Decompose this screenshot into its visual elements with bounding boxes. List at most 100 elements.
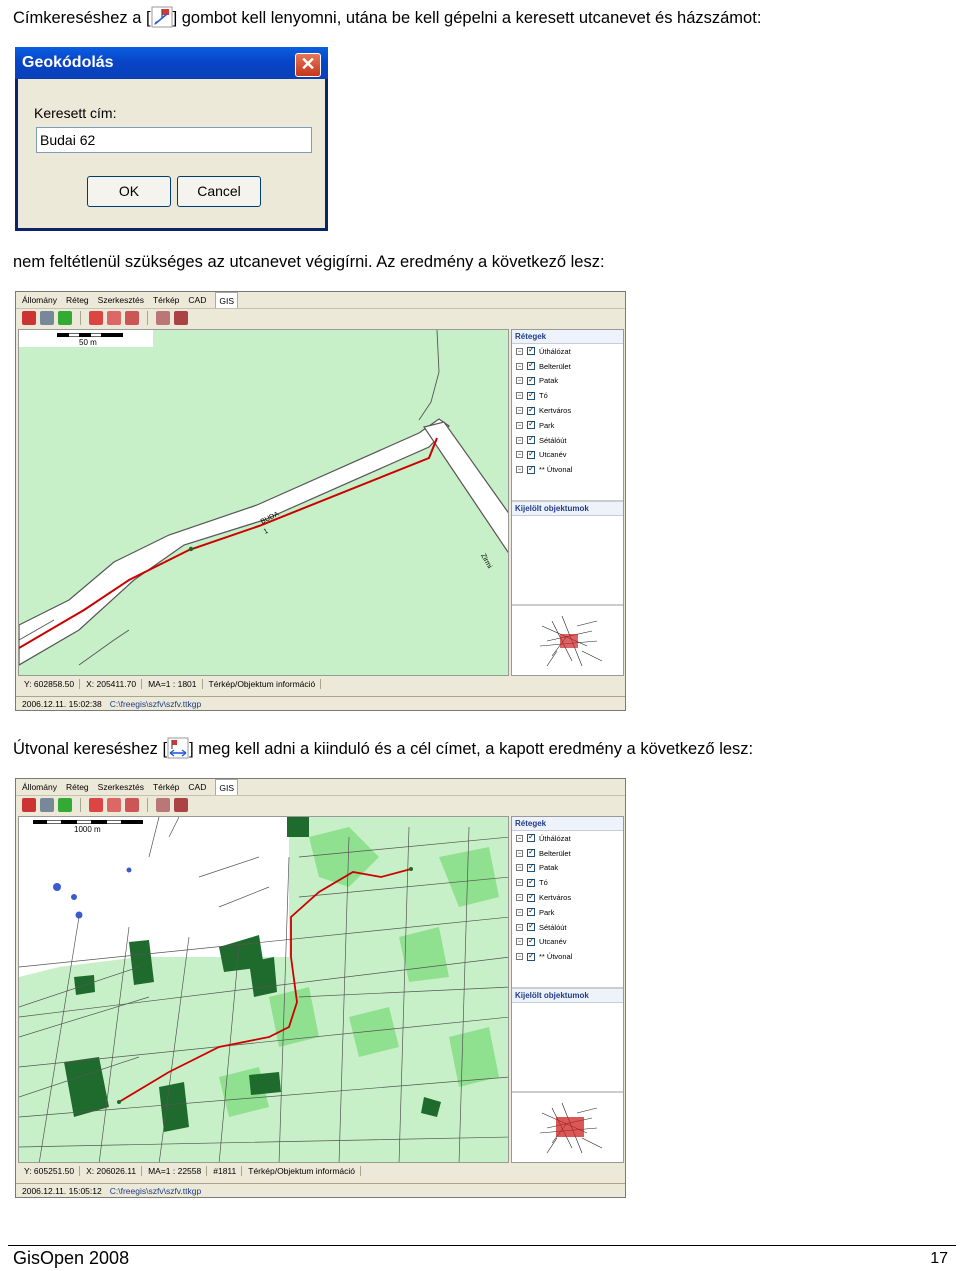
layer-row[interactable]: −Utcanév: [512, 935, 623, 950]
layer-checkbox[interactable]: [527, 862, 535, 872]
layers-panel: Rétegek −Úthálózat −Belterület −Patak −T…: [511, 816, 624, 1163]
menu-map[interactable]: Térkép: [153, 292, 179, 308]
status-tab[interactable]: Térkép/Objektum információ: [248, 1166, 362, 1176]
map-scale: MA=1 : 22558: [148, 1166, 208, 1176]
layer-checkbox[interactable]: [527, 449, 535, 459]
footer-title: GisOpen 2008: [13, 1248, 130, 1268]
map-view[interactable]: 50 m BUDA 1 Zirmi: [18, 329, 509, 676]
geocode-tool-icon: [151, 6, 173, 28]
layer-checkbox[interactable]: [527, 847, 535, 858]
layer-row[interactable]: −Úthálózat: [512, 831, 623, 846]
overview-map[interactable]: [512, 1091, 623, 1162]
close-button[interactable]: ✕: [295, 53, 321, 77]
address-input[interactable]: Budai 62: [36, 127, 312, 153]
menu-edit[interactable]: Szerkesztés: [98, 292, 144, 308]
layer-row[interactable]: −Belterület: [512, 846, 623, 861]
layer-checkbox[interactable]: [527, 419, 535, 430]
route-clear-icon[interactable]: [125, 311, 139, 325]
coord-x: X: 205411.70: [86, 679, 143, 689]
layer-row[interactable]: −** Útvonal: [512, 462, 623, 477]
pointer-tool-icon[interactable]: [22, 798, 36, 812]
overview-map-canvas: [539, 1102, 603, 1154]
flag-start-icon[interactable]: [156, 798, 170, 812]
layer-row[interactable]: −Tó: [512, 388, 623, 403]
address-label: Keresett cím:: [34, 105, 117, 121]
layer-checkbox[interactable]: [527, 951, 535, 961]
layer-row[interactable]: −Tó: [512, 875, 623, 890]
layer-checkbox[interactable]: [527, 345, 535, 356]
menu-file[interactable]: Állomány: [22, 779, 57, 795]
flag-end-icon[interactable]: [174, 311, 188, 325]
datetime: 2006.12.11. 15:02:38: [22, 698, 102, 709]
layers-tool-icon[interactable]: [40, 311, 54, 325]
gis-window-fig2: Állomány Réteg Szerkesztés Térkép CAD GI…: [15, 778, 626, 1198]
layer-checkbox[interactable]: [527, 892, 535, 902]
info-tool-icon[interactable]: [58, 798, 72, 812]
pointer-tool-icon[interactable]: [22, 311, 36, 325]
layer-checkbox[interactable]: [527, 464, 535, 474]
route-paragraph: Útvonal kereséshez [ ] meg kell adni a k…: [13, 737, 753, 759]
route-text-start: Útvonal kereséshez [: [13, 740, 168, 758]
layer-row[interactable]: −** Útvonal: [512, 949, 623, 964]
layer-row[interactable]: −Utcanév: [512, 448, 623, 463]
geocode-tool-icon[interactable]: [89, 311, 103, 325]
ok-button[interactable]: OK: [87, 176, 171, 207]
status-tab[interactable]: Térkép/Objektum információ: [209, 679, 322, 689]
layer-checkbox[interactable]: [527, 877, 535, 887]
menu-gis[interactable]: GIS: [215, 779, 239, 795]
overview-map-canvas: [539, 615, 603, 667]
layer-row[interactable]: −Kertváros: [512, 890, 623, 905]
menu-edit[interactable]: Szerkesztés: [98, 779, 144, 795]
layer-checkbox[interactable]: [527, 434, 535, 445]
geocode-tool-icon[interactable]: [89, 798, 103, 812]
layer-row[interactable]: −Park: [512, 418, 623, 433]
layer-checkbox[interactable]: [527, 390, 535, 400]
map-view[interactable]: 1000 m: [18, 816, 509, 1163]
menu-gis[interactable]: GIS: [215, 292, 239, 308]
layer-checkbox[interactable]: [527, 405, 535, 415]
toolbar: [16, 309, 625, 329]
bottom-bar: 2006.12.11. 15:02:38 C:\freegis\szfv\szf…: [16, 696, 625, 710]
coord-y: Y: 605251.50: [24, 1166, 81, 1176]
status-bar: Y: 605251.50 X: 206026.11 MA=1 : 22558 #…: [18, 1164, 509, 1178]
menu-cad[interactable]: CAD: [188, 292, 206, 308]
layer-row[interactable]: −Belterület: [512, 359, 623, 374]
route-tool-icon[interactable]: [107, 798, 121, 812]
menu-layer[interactable]: Réteg: [66, 779, 89, 795]
layer-row[interactable]: −Patak: [512, 861, 623, 876]
info-tool-icon[interactable]: [58, 311, 72, 325]
geocode-dialog: Geokódolás ✕ Keresett cím: Budai 62 OK C…: [15, 47, 328, 231]
layer-row[interactable]: −Park: [512, 905, 623, 920]
layer-row[interactable]: −Sétálóút: [512, 920, 623, 935]
layer-checkbox[interactable]: [527, 375, 535, 385]
route-tool-icon[interactable]: [107, 311, 121, 325]
flag-start-icon[interactable]: [156, 311, 170, 325]
flag-end-icon[interactable]: [174, 798, 188, 812]
layer-checkbox[interactable]: [527, 921, 535, 932]
toolbar-separator: [80, 311, 81, 325]
layer-checkbox[interactable]: [527, 936, 535, 946]
gis-window-fig1: Állomány Réteg Szerkesztés Térkép CAD GI…: [15, 291, 626, 711]
route-start-node: [409, 867, 413, 871]
route-text-end: ] meg kell adni a kiinduló és a cél címe…: [189, 740, 754, 758]
route-clear-icon[interactable]: [125, 798, 139, 812]
status-bar: Y: 602858.50 X: 205411.70 MA=1 : 1801 Té…: [18, 677, 509, 691]
layer-row[interactable]: −Patak: [512, 374, 623, 389]
menu-layer[interactable]: Réteg: [66, 292, 89, 308]
menu-map[interactable]: Térkép: [153, 779, 179, 795]
layer-checkbox[interactable]: [527, 360, 535, 371]
bottom-bar: 2006.12.11. 15:05:12 C:\freegis\szfv\szf…: [16, 1183, 625, 1197]
layer-row[interactable]: −Úthálózat: [512, 344, 623, 359]
overview-map[interactable]: [512, 604, 623, 675]
layers-tool-icon[interactable]: [40, 798, 54, 812]
menu-file[interactable]: Állomány: [22, 292, 57, 308]
layer-checkbox[interactable]: [527, 906, 535, 917]
object-id: #1811: [213, 1166, 243, 1176]
layer-row[interactable]: −Sétálóút: [512, 433, 623, 448]
cancel-button[interactable]: Cancel: [177, 176, 261, 207]
menu-cad[interactable]: CAD: [188, 779, 206, 795]
project-path: C:\freegis\szfv\szfv.ttkgp: [109, 698, 202, 709]
coord-y: Y: 602858.50: [24, 679, 81, 689]
layer-checkbox[interactable]: [527, 832, 535, 843]
layer-row[interactable]: −Kertváros: [512, 403, 623, 418]
